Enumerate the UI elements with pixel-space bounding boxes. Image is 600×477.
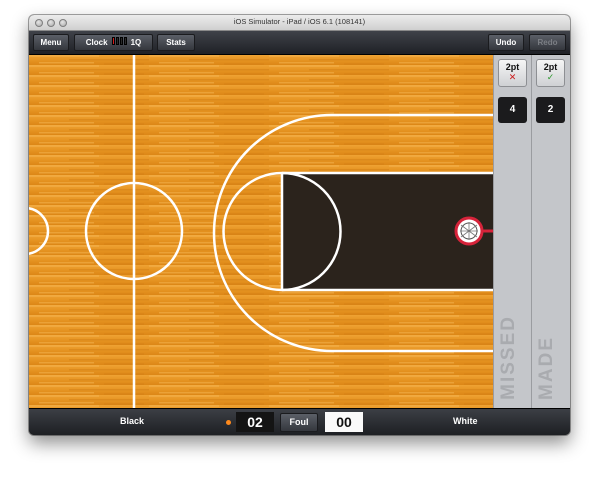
top-toolbar: Menu Clock 1Q Stats Undo Redo (29, 31, 570, 55)
missed-vertical-label: MISSED (498, 315, 519, 400)
possession-indicator-icon (226, 420, 231, 425)
clock-label: Clock (85, 38, 108, 48)
missed-shot-label: 2pt (505, 62, 520, 72)
made-2pt-button[interactable]: 2pt ✓ (536, 59, 565, 87)
away-team-name[interactable]: White (453, 416, 478, 426)
title-bar: iOS Simulator - iPad / iOS 6.1 (108141) (29, 15, 570, 31)
missed-x-icon: ✕ (508, 72, 517, 82)
made-panel: 2pt ✓ 2 MADE (531, 55, 570, 408)
missed-count: 4 (498, 97, 527, 123)
missed-2pt-button[interactable]: 2pt ✕ (498, 59, 527, 87)
simulator-window: iOS Simulator - iPad / iOS 6.1 (108141) … (29, 15, 570, 435)
undo-button[interactable]: Undo (488, 34, 524, 51)
stats-button[interactable]: Stats (157, 34, 195, 51)
scoreboard-bar: Black 02 Foul 00 White (29, 408, 570, 435)
redo-button[interactable]: Redo (529, 34, 566, 51)
home-team-name[interactable]: Black (120, 416, 144, 426)
made-count: 2 (536, 97, 565, 123)
foul-button[interactable]: Foul (280, 413, 318, 432)
home-score: 02 (236, 412, 274, 432)
period-label: 1Q (130, 38, 142, 48)
clock-indicator-icon (111, 35, 128, 50)
window-title: iOS Simulator - iPad / iOS 6.1 (108141) (233, 17, 366, 26)
made-check-icon: ✓ (546, 72, 555, 82)
made-shot-label: 2pt (543, 62, 558, 72)
basketball-court[interactable] (29, 55, 493, 408)
made-vertical-label: MADE (536, 336, 557, 400)
away-score: 00 (325, 412, 363, 432)
clock-button[interactable]: Clock 1Q (74, 34, 153, 51)
menu-button[interactable]: Menu (33, 34, 69, 51)
court-area: 2pt ✕ 4 MISSED 2pt ✓ 2 MADE (29, 55, 570, 408)
missed-panel: 2pt ✕ 4 MISSED (493, 55, 531, 408)
